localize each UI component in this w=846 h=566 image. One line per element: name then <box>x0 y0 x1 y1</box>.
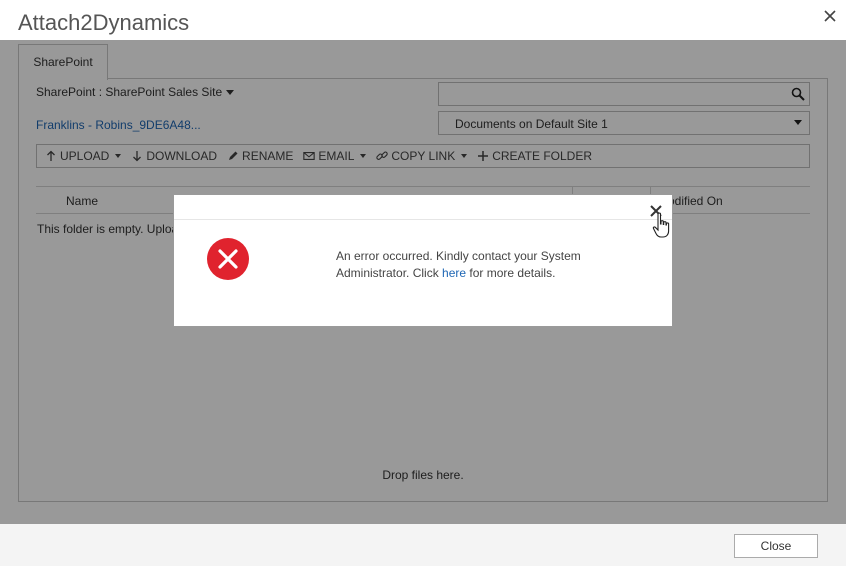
error-icon <box>207 238 249 280</box>
dialog-divider <box>174 219 672 220</box>
app-title: Attach2Dynamics <box>18 10 190 35</box>
error-message-line1: An error occurred. Kindly contact your S… <box>336 249 581 263</box>
error-dialog: An error occurred. Kindly contact your S… <box>173 194 673 327</box>
error-message-line2b: for more details. <box>466 266 556 280</box>
close-button[interactable]: Close <box>734 534 818 558</box>
footer-bar <box>0 524 846 566</box>
error-message-line2a: Administrator. Click <box>336 266 443 280</box>
close-icon[interactable] <box>822 8 838 24</box>
hand-cursor-icon <box>652 212 670 238</box>
error-details-link[interactable]: here <box>442 266 466 280</box>
error-message: An error occurred. Kindly contact your S… <box>336 248 606 282</box>
title-bar: Attach2Dynamics <box>0 0 846 40</box>
